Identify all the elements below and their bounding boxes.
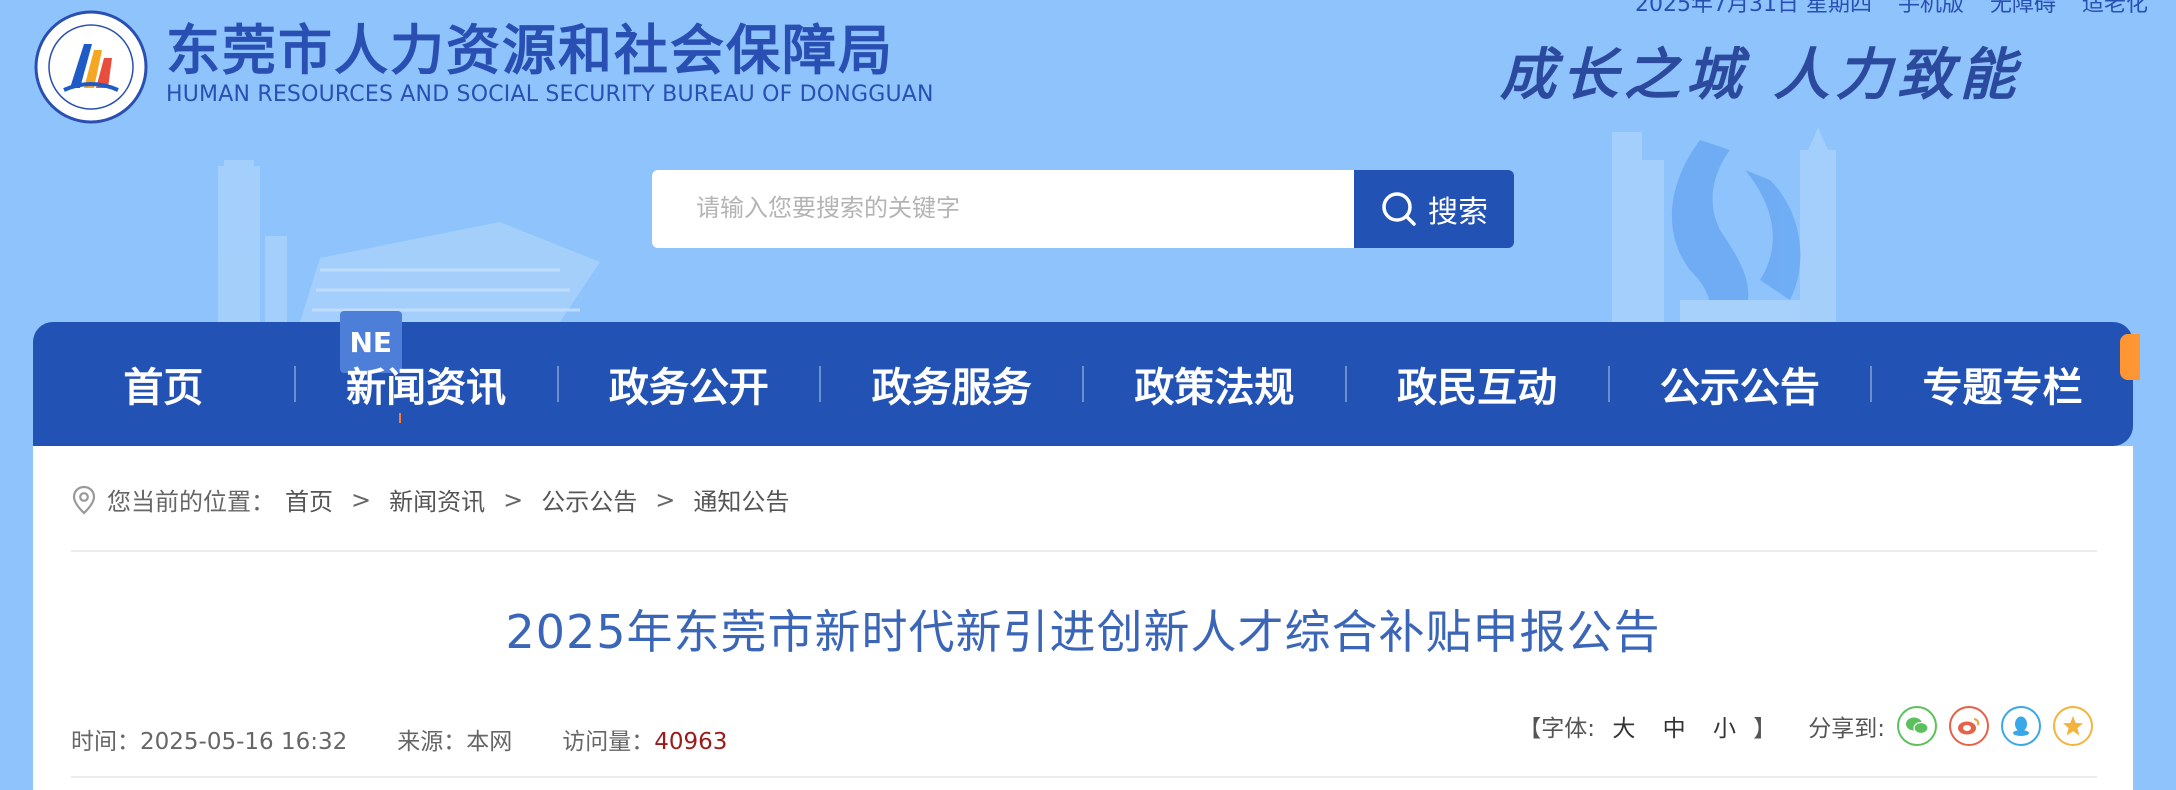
font-size-label: 【字体: (1518, 716, 1595, 742)
search-button-label: 搜索 (1428, 195, 1488, 230)
source-value: 本网 (466, 729, 513, 755)
font-size-close: 】 (1753, 716, 1777, 742)
elderly-mode-link[interactable]: 适老化 (2082, 0, 2148, 17)
nav-item-interaction[interactable]: 政民互动 (1347, 355, 1608, 413)
site-slogan: 成长之城 人力致能 (1500, 42, 2022, 108)
side-float-tab[interactable] (2120, 334, 2140, 380)
active-indicator (398, 413, 401, 423)
nav-label: 首页 (123, 365, 204, 411)
nav-item-notices[interactable]: 公示公告 (1610, 355, 1871, 413)
nav-label: 公示公告 (1659, 365, 1820, 411)
nav-item-home[interactable]: 首页 (33, 355, 294, 413)
article-meta: 时间：2025-05-16 16:32 来源：本网 访问量：40963 (71, 722, 727, 756)
main-nav: 首页 NE 新闻资讯 政务公开 政务服务 政策法规 政民互动 公示公告 专题专栏 (33, 311, 2133, 446)
nav-label: 政策法规 (1134, 365, 1295, 411)
nav-news-badge: NE (339, 311, 402, 373)
font-size-medium[interactable]: 中 (1663, 716, 1686, 742)
site-subtitle: HUMAN RESOURCES AND SOCIAL SECURITY BURE… (166, 82, 934, 107)
font-size-large[interactable]: 大 (1612, 716, 1635, 742)
nav-item-special[interactable]: 专题专栏 (1872, 355, 2133, 413)
breadcrumb-divider (71, 550, 2097, 552)
font-size-small[interactable]: 小 (1713, 716, 1736, 742)
breadcrumb-notices[interactable]: 公示公告 (541, 482, 637, 517)
article-tools: 【字体: 大 中 小 】 分享到: (1518, 706, 2093, 746)
share-label: 分享到: (1808, 716, 1885, 742)
nav-label: 政民互动 (1397, 365, 1558, 411)
qq-icon[interactable] (2001, 706, 2041, 746)
nav-label: 专题专栏 (1922, 365, 2083, 411)
article-card: 您当前的位置： 首页 > 新闻资讯 > 公示公告 > 通知公告 2025年东莞市… (33, 446, 2133, 790)
nav-item-policy[interactable]: 政策法规 (1084, 355, 1345, 413)
search-input[interactable] (652, 170, 1354, 248)
breadcrumb-home[interactable]: 首页 (285, 482, 333, 517)
top-utility-bar: 2025年7月31日 星期四 手机版 无障碍 适老化 (1634, 0, 2148, 17)
bureau-logo-icon[interactable] (34, 10, 148, 124)
view-count-value: 40963 (654, 729, 728, 755)
meta-divider (71, 776, 2097, 778)
font-size-switcher: 【字体: 大 中 小 】 (1518, 709, 1776, 743)
nav-item-news[interactable]: NE 新闻资讯 (296, 311, 557, 423)
article-title: 2025年东莞市新时代新引进创新人才综合补贴申报公告 (505, 605, 1661, 659)
nav-label: 政务服务 (871, 365, 1032, 411)
breadcrumb-announcement[interactable]: 通知公告 (693, 482, 789, 517)
search-bar: 搜索 (652, 170, 1514, 248)
location-pin-icon (72, 485, 96, 514)
publish-time: 时间：2025-05-16 16:32 (71, 722, 347, 756)
breadcrumb-separator: > (655, 485, 676, 514)
nav-label: 新闻资讯 (346, 365, 507, 411)
search-button[interactable]: 搜索 (1354, 170, 1514, 248)
nav-item-gov-open[interactable]: 政务公开 (559, 355, 820, 413)
weibo-icon[interactable] (1949, 706, 1989, 746)
nav-label: 政务公开 (608, 365, 769, 411)
view-count: 访问量：40963 (562, 722, 727, 756)
breadcrumb: 您当前的位置： 首页 > 新闻资讯 > 公示公告 > 通知公告 (71, 482, 789, 517)
breadcrumb-separator: > (503, 485, 524, 514)
site-title: 东莞市人力资源和社会保障局 (166, 19, 894, 82)
nav-item-gov-service[interactable]: 政务服务 (821, 355, 1082, 413)
publish-time-label: 时间： (71, 729, 140, 755)
mobile-version-link[interactable]: 手机版 (1898, 0, 1964, 17)
wechat-icon[interactable] (1897, 706, 1937, 746)
breadcrumb-prefix: 您当前的位置： (107, 488, 275, 516)
publish-time-value: 2025-05-16 16:32 (140, 729, 348, 755)
source-label: 来源： (397, 729, 467, 755)
current-date: 2025年7月31日 星期四 (1634, 0, 1872, 17)
breadcrumb-news[interactable]: 新闻资讯 (389, 482, 485, 517)
breadcrumb-separator: > (351, 485, 372, 514)
article-source: 来源：本网 (397, 722, 512, 756)
accessibility-link[interactable]: 无障碍 (1990, 0, 2056, 17)
favorite-icon[interactable] (2053, 706, 2093, 746)
view-count-label: 访问量： (562, 729, 655, 755)
search-icon (1382, 192, 1416, 226)
